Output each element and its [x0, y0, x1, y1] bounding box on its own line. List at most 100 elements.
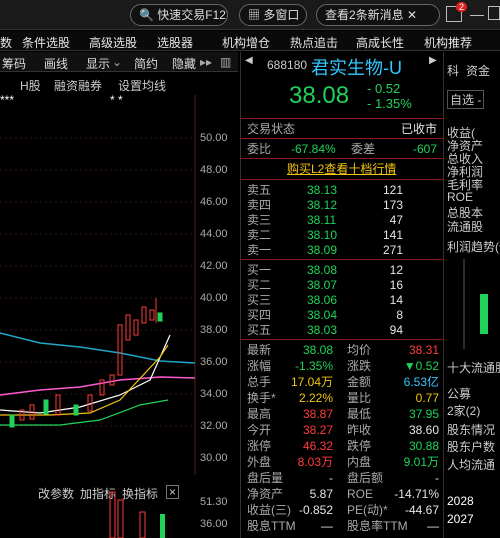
tab-funds[interactable]: 资金: [466, 62, 490, 79]
ask-price: 38.13: [307, 183, 338, 197]
indicator-bar: 改参数 加指标 换指标 × 51.30 36.00: [0, 482, 238, 538]
messages-button[interactable]: 查看2条新消息 ✕: [316, 4, 440, 26]
multi-window-button[interactable]: ▦ 多窗口: [239, 4, 307, 26]
year-label: 2028: [447, 494, 474, 508]
y-tick: 36.00: [200, 356, 228, 368]
ask-volume: 173: [382, 198, 403, 212]
stat-value: 0.77: [415, 391, 439, 405]
panel-toggle-icon[interactable]: ▥: [220, 55, 231, 69]
y-tick: 42.00: [200, 260, 228, 272]
menu-item[interactable]: 机构增仓: [222, 34, 270, 51]
bid-price: 38.08: [307, 263, 338, 277]
menu-item[interactable]: 高级选股: [89, 34, 137, 51]
display-button[interactable]: 显示: [86, 55, 110, 72]
stat-value: 6.53亿: [403, 375, 439, 389]
y-tick: 40.00: [200, 292, 228, 304]
holder-item: 人均流通: [447, 458, 496, 472]
stat-value: 38.31: [408, 343, 439, 357]
last-price: 38.08: [289, 82, 350, 109]
ma-settings-button[interactable]: 设置均线: [118, 77, 166, 94]
menu-item[interactable]: 条件选股: [22, 34, 70, 51]
stat-label: 盘后额: [347, 471, 384, 485]
ask-volume: 47: [389, 213, 403, 227]
stat-label: 内盘: [347, 455, 372, 469]
stat-row: 涨停 46.32 跌停 30.88: [241, 438, 443, 454]
window-restore-icon[interactable]: [488, 6, 500, 20]
bid-price: 38.04: [307, 308, 338, 322]
stat-value: -1.35%: [294, 359, 333, 373]
stat-label: 净资产: [247, 487, 284, 501]
ask-volume: 121: [382, 183, 403, 197]
stat-label: 昨收: [347, 423, 372, 437]
fast-trade-button[interactable]: 🔍 快速交易F12: [130, 4, 228, 26]
stat-label: 股息TTM: [247, 519, 296, 533]
menu-item[interactable]: 数: [0, 34, 12, 51]
stat-label: 涨跌: [347, 359, 372, 373]
ask-price: 38.10: [307, 228, 338, 242]
stat-value: 38.27: [302, 423, 333, 437]
l2-link[interactable]: 购买L2查看十档行情: [287, 161, 396, 177]
minimize-icon[interactable]: —: [470, 6, 484, 22]
margin-tab[interactable]: 融资融券: [54, 77, 102, 94]
y-tick: 44.00: [200, 228, 228, 240]
holder-item: 公募: [447, 387, 472, 401]
stat-label: 涨幅: [247, 359, 272, 373]
profit-trend-chart: [463, 259, 488, 349]
menu-item[interactable]: 热点追击: [290, 34, 338, 51]
stat-row: 最高 38.87 最低 37.95: [241, 406, 443, 422]
stat-row: 外盘 8.03万 内盘 9.01万: [241, 454, 443, 470]
tab-ke[interactable]: 科: [447, 62, 459, 79]
h-share-tab[interactable]: H股: [20, 77, 41, 94]
stat-value: 46.32: [302, 439, 333, 453]
kline-svg: [0, 95, 196, 475]
stat-row: 今开 38.27 昨收 38.60: [241, 422, 443, 438]
stat-row: 换手* 2.22% 量比 0.77: [241, 390, 443, 406]
bid-label: 买四: [247, 308, 272, 322]
menu-bar: 数 条件选股 高级选股 选股器 机构增仓 热点追击 高成长性 机构推荐: [0, 31, 500, 51]
ask-label: 卖五: [247, 183, 272, 197]
stat-label: 最高: [247, 407, 272, 421]
stat-value: 30.88: [408, 439, 439, 453]
weibi-value: -67.84%: [291, 142, 336, 156]
stat-label: 金额: [347, 375, 372, 389]
quote-panel: ◀ 688180 君实生物-U ▶ 38.08 - 0.52 - 1.35% 交…: [240, 52, 443, 538]
bid-price: 38.06: [307, 293, 338, 307]
watchlist-select[interactable]: 自选 -: [447, 90, 485, 109]
stat-label: 收益(三): [247, 503, 291, 517]
bid-label: 买五: [247, 323, 272, 337]
y-tick: 32.00: [200, 420, 228, 432]
status-value: 已收市: [400, 122, 437, 136]
stat-label: PE(动)*: [347, 503, 388, 517]
menu-item[interactable]: 选股器: [157, 34, 193, 51]
stat-value: 2.22%: [298, 391, 333, 405]
ma-line: [0, 376, 196, 396]
fund-item: 流通股: [447, 220, 484, 234]
stat-label: 量比: [347, 391, 372, 405]
prev-stock-icon[interactable]: ◀: [245, 55, 253, 66]
stat-row: 涨幅 -1.35% 涨跌 ▼0.52: [241, 358, 443, 374]
menu-item[interactable]: 机构推荐: [424, 34, 472, 51]
double-chevron-icon[interactable]: ▸▸: [200, 55, 212, 69]
menu-item[interactable]: 高成长性: [356, 34, 404, 51]
top-bar: 🔍 快速交易F12 ▦ 多窗口 查看2条新消息 ✕ 2 —: [0, 0, 500, 30]
y-tick: 51.30: [200, 496, 228, 508]
simple-button[interactable]: 简约: [134, 55, 158, 72]
hide-button[interactable]: 隐藏: [172, 55, 196, 72]
stat-label: 盘后量: [247, 471, 284, 485]
stat-value: —: [427, 519, 439, 533]
draw-line-button[interactable]: 画线: [44, 55, 68, 72]
stat-label: 跌停: [347, 439, 372, 453]
stock-code: 688180: [267, 58, 308, 72]
stat-label: 股息率TTM: [347, 519, 408, 533]
status-label: 交易状态: [247, 122, 296, 136]
ask-volume: 141: [382, 228, 403, 242]
chevron-down-icon[interactable]: ⌄: [112, 55, 122, 69]
stat-label: 总手: [247, 375, 272, 389]
chips-button[interactable]: 筹码: [2, 55, 26, 72]
kline-chart[interactable]: 50.00 48.00 46.00 44.00 42.00 40.00 38.0…: [0, 95, 238, 475]
next-stock-icon[interactable]: ▶: [429, 55, 437, 66]
stat-label: 外盘: [247, 455, 272, 469]
y-tick: 36.00: [200, 518, 228, 530]
stat-label: 最低: [347, 407, 372, 421]
y-tick: 34.00: [200, 388, 228, 400]
